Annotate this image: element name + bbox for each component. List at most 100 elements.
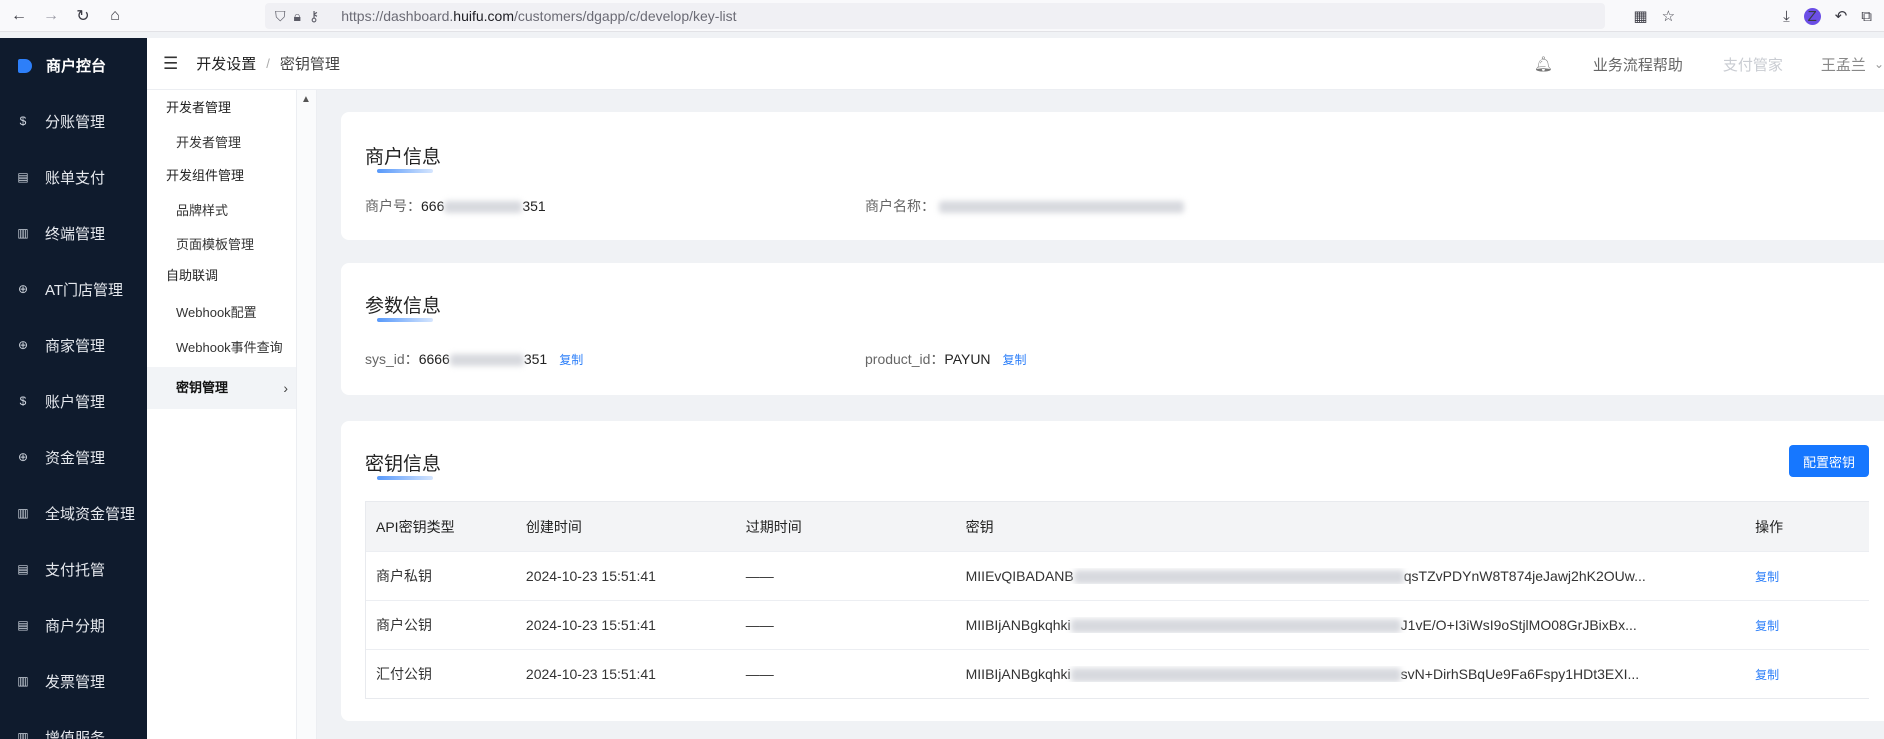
sidebar-item-label: 支付托管	[45, 561, 106, 579]
breadcrumb-separator: /	[266, 56, 270, 71]
key-icon: ⚷	[308, 7, 320, 24]
created-cell: 2024-10-23 15:51:41	[525, 666, 656, 682]
sidebar-item-label: 账单支付	[45, 169, 106, 187]
qr-code-icon[interactable]: ▦	[1633, 7, 1647, 25]
user-name[interactable]: 王孟兰	[1821, 54, 1866, 75]
back-arrow-icon[interactable]: ←	[6, 3, 32, 29]
sidebar-item-label: 发票管理	[45, 673, 106, 691]
home-icon[interactable]: ⌂	[102, 3, 128, 29]
key-type-cell: 商户私钥	[376, 568, 432, 584]
expire-cell: ——	[745, 617, 774, 633]
help-link[interactable]: 业务流程帮助	[1593, 54, 1683, 75]
table-row: 汇付公钥 2024-10-23 15:51:41 —— MIIBIjANBgkq…	[366, 649, 1869, 698]
sidebar-item-label: 全域资金管理	[45, 505, 136, 523]
expire-cell: ——	[745, 666, 774, 682]
sidebar-item-value-added[interactable]: ▥ 增值服务	[0, 709, 147, 739]
secondary-nav: 开发者管理 开发者管理 开发组件管理 品牌样式 页面模板管理 自助联调 Webh…	[147, 90, 297, 739]
chevron-down-icon[interactable]: ⌄	[1874, 57, 1884, 71]
lock-icon: 🔒︎	[293, 7, 301, 24]
col-header-created: 创建时间	[525, 518, 582, 535]
params-info-card: 参数信息 sys_id：6666 351 复制 product_id：PAYUN 复制	[341, 263, 1884, 395]
subnav-item-developer[interactable]: 开发者管理	[147, 128, 296, 158]
brand-logo-icon	[18, 58, 32, 73]
config-key-button[interactable]: 配置密钥	[1789, 445, 1869, 477]
subnav-item-brand[interactable]: 品牌样式	[147, 196, 296, 226]
menu-collapse-icon[interactable]: ☰	[163, 54, 178, 74]
copy-key-link[interactable]: 复制	[1745, 617, 1869, 634]
subnav-item-key[interactable]: 密钥管理 ›	[147, 367, 296, 409]
subnav-group-component: 开发组件管理	[166, 168, 245, 183]
sidebar-item-merchant[interactable]: ⊕ 商家管理	[0, 317, 147, 373]
store-icon: ⊕	[17, 282, 29, 296]
sidebar-item-installment[interactable]: ▤ 商户分期	[0, 597, 147, 653]
subnav-item-webhook-query[interactable]: Webhook事件查询	[147, 333, 296, 363]
browser-toolbar: ← → ↻ ⌂ ⛉ 🔒︎ ⚷ https://dashboard.huifu.c…	[0, 0, 1884, 32]
key-type-cell: 汇付公钥	[376, 666, 432, 682]
bookmark-star-icon[interactable]: ☆	[1662, 7, 1675, 25]
subnav-item-template[interactable]: 页面模板管理	[147, 230, 296, 260]
undo-icon[interactable]: ↶	[1835, 7, 1848, 25]
brand[interactable]: 商户控台	[0, 38, 147, 93]
extensions-icon[interactable]: ⧉	[1861, 8, 1872, 25]
service-icon: ▥	[17, 730, 29, 739]
merchant-name-field: 商户名称：	[865, 196, 1184, 216]
sidebar-item-account[interactable]: $ 账户管理	[0, 373, 147, 429]
scroll-up-icon[interactable]: ▲	[301, 94, 316, 105]
shield-icon: ⛉	[275, 7, 286, 24]
created-cell: 2024-10-23 15:51:41	[525, 617, 656, 633]
download-icon[interactable]: ⤓	[1783, 8, 1790, 25]
pay-manager-link[interactable]: 支付管家	[1723, 54, 1783, 75]
forward-arrow-icon[interactable]: →	[38, 3, 64, 29]
profile-avatar[interactable]: Z	[1803, 7, 1821, 25]
params-info-title: 参数信息	[365, 291, 441, 322]
invoice-icon: ▥	[17, 674, 29, 688]
copy-key-link[interactable]: 复制	[1745, 568, 1869, 585]
bell-icon[interactable]: 🔔︎	[1534, 55, 1553, 73]
sidebar-item-bill[interactable]: ▤ 账单支付	[0, 149, 147, 205]
redacted-value	[449, 354, 524, 367]
copy-product-id-link[interactable]: 复制	[1003, 353, 1027, 367]
chevron-right-icon: ›	[283, 380, 288, 396]
main-sidebar: 商户控台 $ 分账管理 ▤ 账单支付 ▥ 终端管理 ⊕ AT门店管理 ⊕ 商家管理 $ 账户…	[0, 38, 147, 739]
subnav-scrollbar[interactable]: ▲	[297, 90, 317, 739]
breadcrumb-develop[interactable]: 开发设置	[196, 53, 256, 74]
merchant-info-title: 商户信息	[365, 142, 441, 173]
key-type-cell: 商户公钥	[376, 617, 432, 633]
col-header-key: 密钥	[965, 518, 994, 535]
document-icon: ▤	[17, 562, 29, 576]
dollar-icon: $	[19, 394, 27, 408]
sidebar-item-store[interactable]: ⊕ AT门店管理	[0, 261, 147, 317]
subnav-item-webhook[interactable]: Webhook配置	[147, 298, 296, 328]
redacted-value	[1070, 668, 1401, 683]
created-cell: 2024-10-23 15:51:41	[525, 568, 656, 584]
merchant-id-field: 商户号：666 351	[365, 198, 546, 214]
breadcrumb-current: 密钥管理	[279, 56, 340, 73]
sidebar-item-label: 分账管理	[45, 113, 106, 131]
url-text: https://dashboard.huifu.com/customers/dg…	[341, 8, 737, 24]
sys-id-field: sys_id：6666 351 复制	[365, 351, 584, 367]
sidebar-item-funds[interactable]: ⊕ 资金管理	[0, 429, 147, 485]
copy-sys-id-link[interactable]: 复制	[559, 353, 583, 367]
reload-icon[interactable]: ↻	[70, 3, 96, 29]
sidebar-item-escrow[interactable]: ▤ 支付托管	[0, 541, 147, 597]
table-row: 商户公钥 2024-10-23 15:51:41 —— MIIBIjANBgkq…	[366, 600, 1869, 649]
sidebar-item-label: 商家管理	[45, 337, 106, 355]
funds-icon: ⊕	[17, 450, 29, 464]
key-cell: MIIBIjANBgkqhki svN+DirhSBqUe9Fa6Fspy1HDt…	[965, 665, 1640, 683]
sidebar-item-invoice[interactable]: ▥ 发票管理	[0, 653, 147, 709]
redacted-value	[444, 201, 523, 214]
copy-key-link[interactable]: 复制	[1745, 666, 1869, 683]
sidebar-item-terminal[interactable]: ▥ 终端管理	[0, 205, 147, 261]
key-cell: MIIBIjANBgkqhki J1vE/O+I3iWsI9oStjlMO08Gr…	[965, 616, 1637, 634]
key-info-title: 密钥信息	[365, 449, 441, 480]
subnav-item-key-label: 密钥管理	[176, 380, 229, 395]
brand-title: 商户控台	[46, 58, 107, 75]
address-bar[interactable]: ⛉ 🔒︎ ⚷ https://dashboard.huifu.com/custo…	[265, 3, 1605, 29]
sidebar-item-split[interactable]: $ 分账管理	[0, 93, 147, 149]
col-header-action: 操作	[1755, 518, 1784, 535]
sidebar-item-label: 资金管理	[45, 449, 106, 467]
terminal-icon: ▥	[17, 506, 29, 520]
key-info-card: 密钥信息 配置密钥 API密钥类型 创建时间 过期时间 密钥 操作 商户私钥 2…	[341, 421, 1884, 721]
sidebar-item-global-funds[interactable]: ▥ 全域资金管理	[0, 485, 147, 541]
redacted-value	[939, 201, 1184, 214]
